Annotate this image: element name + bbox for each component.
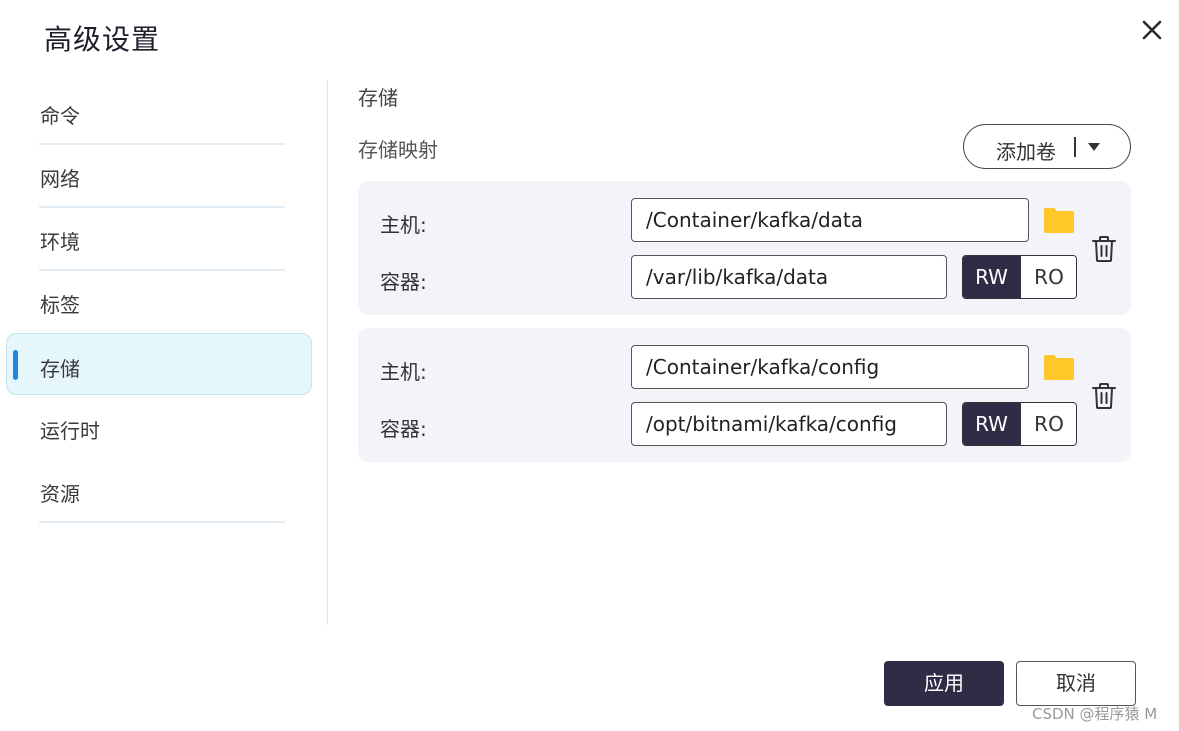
sidebar-item-network[interactable]: 网络 — [0, 143, 327, 208]
cancel-button[interactable]: 取消 — [1016, 661, 1136, 706]
sidebar-item-label: 命令 — [40, 104, 80, 128]
sidebar-item-label: 网络 — [40, 167, 80, 191]
caret-down-icon[interactable] — [1087, 140, 1101, 154]
divider — [39, 521, 285, 523]
sidebar-item-labels[interactable]: 标签 — [0, 269, 327, 332]
apply-button[interactable]: 应用 — [884, 661, 1004, 706]
container-label: 容器: — [380, 417, 427, 441]
ro-option[interactable]: RO — [1020, 403, 1076, 445]
subsection-title: 存储映射 — [358, 138, 438, 162]
add-volume-label: 添加卷 — [996, 140, 1056, 164]
dialog-title: 高级设置 — [44, 23, 161, 56]
trash-icon[interactable] — [1091, 382, 1117, 410]
folder-icon[interactable] — [1043, 206, 1075, 234]
sidebar-item-label: 运行时 — [40, 419, 100, 443]
sidebar-item-label: 标签 — [40, 293, 80, 317]
host-path-input[interactable]: /Container/kafka/data — [631, 198, 1029, 242]
sidebar: 命令 网络 环境 标签 存储 运行时 资源 — [0, 80, 327, 625]
host-label: 主机: — [380, 213, 427, 237]
host-path-input[interactable]: /Container/kafka/config — [631, 345, 1029, 389]
split-divider — [1074, 137, 1076, 157]
ro-option[interactable]: RO — [1020, 256, 1076, 298]
sidebar-item-label: 环境 — [40, 230, 80, 254]
close-icon[interactable] — [1138, 16, 1166, 44]
watermark: CSDN @程序猿 M — [1032, 705, 1158, 723]
container-label: 容器: — [380, 270, 427, 294]
rw-option[interactable]: RW — [963, 403, 1020, 445]
sidebar-item-storage[interactable]: 存储 — [6, 333, 312, 395]
sidebar-item-environment[interactable]: 环境 — [0, 206, 327, 271]
rw-option[interactable]: RW — [963, 256, 1020, 298]
sidebar-item-resources[interactable]: 资源 — [0, 458, 327, 523]
mode-toggle: RW RO — [962, 402, 1077, 446]
sidebar-item-label: 资源 — [40, 482, 80, 506]
active-indicator — [13, 350, 18, 380]
host-label: 主机: — [380, 360, 427, 384]
sidebar-item-label: 存储 — [40, 357, 80, 381]
storage-mapping-card: 主机: /Container/kafka/data 容器: /var/lib/k… — [358, 181, 1131, 315]
storage-mapping-card: 主机: /Container/kafka/config 容器: /opt/bit… — [358, 328, 1131, 462]
container-path-input[interactable]: /opt/bitnami/kafka/config — [631, 402, 947, 446]
add-volume-button[interactable]: 添加卷 — [963, 124, 1131, 169]
sidebar-divider — [327, 80, 328, 625]
sidebar-item-command[interactable]: 命令 — [0, 80, 327, 145]
sidebar-item-runtime[interactable]: 运行时 — [0, 395, 327, 458]
trash-icon[interactable] — [1091, 235, 1117, 263]
container-path-input[interactable]: /var/lib/kafka/data — [631, 255, 947, 299]
section-title: 存储 — [358, 86, 398, 110]
mode-toggle: RW RO — [962, 255, 1077, 299]
folder-icon[interactable] — [1043, 353, 1075, 381]
